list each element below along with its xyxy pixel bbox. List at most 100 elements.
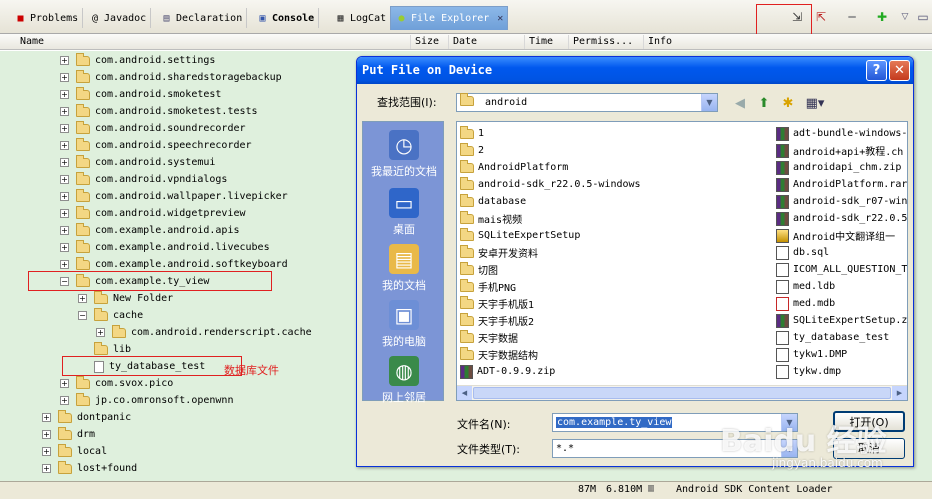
place-recent[interactable]: ◷ 我最近的文档 — [363, 130, 445, 179]
horizontal-scrollbar[interactable]: ◀ ▶ — [457, 385, 907, 400]
expand-icon[interactable]: + — [60, 158, 69, 167]
file-list-item[interactable]: 天宇数据 — [460, 329, 760, 346]
help-button[interactable]: ? — [866, 60, 887, 81]
close-tab-icon[interactable]: ✕ — [497, 13, 503, 24]
file-list-item[interactable]: 安卓开发资料 — [460, 244, 760, 261]
tab-declaration[interactable]: ▤ Declaration — [156, 8, 248, 28]
expand-icon[interactable]: + — [42, 464, 51, 473]
file-list-item[interactable]: AndroidPlatform.rar — [776, 176, 907, 193]
col-time[interactable]: Time — [524, 35, 553, 49]
minimize-icon[interactable]: ▭ — [914, 8, 932, 26]
expand-icon[interactable]: + — [60, 73, 69, 82]
scroll-left-icon[interactable]: ◀ — [457, 386, 472, 400]
expand-icon[interactable]: + — [42, 413, 51, 422]
expand-icon[interactable]: + — [60, 141, 69, 150]
file-list-item[interactable]: android-sdk_r22.0.5-windows — [460, 176, 760, 193]
expand-icon[interactable]: + — [78, 294, 87, 303]
col-permissions[interactable]: Permiss... — [568, 35, 633, 49]
scroll-thumb[interactable] — [473, 387, 891, 399]
tree-row[interactable]: + jp.co.omronsoft.openwnn — [60, 392, 233, 409]
file-list-item[interactable]: 手机PNG — [460, 278, 760, 295]
tree-row[interactable]: + com.android.wallpaper.livepicker — [60, 188, 288, 205]
tab-console[interactable]: ▣ Console — [252, 8, 320, 28]
expand-icon[interactable]: + — [60, 56, 69, 65]
tab-javadoc[interactable]: @ Javadoc — [88, 8, 152, 28]
file-list-item[interactable]: mais视频 — [460, 210, 760, 227]
tree-row[interactable]: + com.android.sharedstoragebackup — [60, 69, 282, 86]
place-my-computer[interactable]: ▣ 我的电脑 — [363, 300, 445, 349]
file-list-item[interactable]: db.sql — [776, 244, 907, 261]
file-list-item[interactable]: ICOM_ALL_QUESTION_T — [776, 261, 907, 278]
tree-row[interactable]: + com.android.speechrecorder — [60, 137, 252, 154]
collapse-icon[interactable]: − — [78, 311, 87, 320]
expand-icon[interactable]: + — [42, 430, 51, 439]
tree-row[interactable]: + drm — [42, 426, 95, 443]
tree-row[interactable]: + com.android.soundrecorder — [60, 120, 246, 137]
new-folder-icon[interactable]: ✚ — [873, 8, 891, 26]
tree-row[interactable]: + lost+found — [42, 460, 137, 477]
tab-file-explorer[interactable]: ● File Explorer ✕ — [390, 6, 509, 30]
tree-row[interactable]: + local — [42, 443, 107, 460]
push-file-icon[interactable]: ⇱ — [812, 8, 830, 26]
tree-row[interactable]: + com.android.renderscript.cache — [96, 324, 312, 341]
scroll-right-icon[interactable]: ▶ — [892, 386, 907, 400]
up-folder-icon[interactable]: ⬆ — [755, 95, 773, 113]
file-list-item[interactable]: database — [460, 193, 760, 210]
file-list-item[interactable]: AndroidPlatform — [460, 159, 760, 176]
file-list-item[interactable]: android-sdk_r22.0.5 — [776, 210, 907, 227]
file-list-item[interactable]: ADT-0.9.9.zip — [460, 363, 760, 380]
expand-icon[interactable]: + — [60, 107, 69, 116]
trash-icon[interactable]: ▥ — [648, 483, 654, 494]
expand-icon[interactable]: + — [42, 447, 51, 456]
file-list-item[interactable]: Android中文翻译组一 — [776, 227, 907, 244]
file-list-item[interactable]: ty_database_test — [776, 329, 907, 346]
file-list-item[interactable]: android+api+教程.ch — [776, 142, 907, 159]
expand-icon[interactable]: + — [60, 90, 69, 99]
tree-row[interactable]: + com.android.smoketest — [60, 86, 221, 103]
expand-icon[interactable]: + — [60, 396, 69, 405]
col-size[interactable]: Size — [410, 35, 439, 49]
file-list-item[interactable]: 2 — [460, 142, 760, 159]
place-my-documents[interactable]: ▤ 我的文档 — [363, 244, 445, 293]
tree-row[interactable]: + com.android.smoketest.tests — [60, 103, 258, 120]
close-button[interactable]: ✕ — [889, 60, 910, 81]
expand-icon[interactable]: + — [96, 328, 105, 337]
back-icon[interactable]: ◀ — [731, 95, 749, 113]
tree-row[interactable]: + com.example.android.apis — [60, 222, 240, 239]
expand-icon[interactable]: + — [60, 209, 69, 218]
delete-icon[interactable]: ━ — [843, 8, 861, 26]
tree-row[interactable]: + dontpanic — [42, 409, 131, 426]
expand-icon[interactable]: + — [60, 379, 69, 388]
file-list-item[interactable]: SQLiteExpertSetup.z — [776, 312, 907, 329]
file-list-item[interactable]: tykw.dmp — [776, 363, 907, 380]
file-list-item[interactable]: android-sdk_r07-win — [776, 193, 907, 210]
file-list-item[interactable]: 天宇手机版1 — [460, 295, 760, 312]
expand-icon[interactable]: + — [60, 175, 69, 184]
file-list-item[interactable]: 切图 — [460, 261, 760, 278]
create-folder-icon[interactable]: ✱ — [779, 95, 797, 113]
tree-row[interactable]: + com.android.widgetpreview — [60, 205, 246, 222]
expand-icon[interactable]: + — [60, 260, 69, 269]
file-list-item[interactable]: 天宇数据结构 — [460, 346, 760, 363]
tree-row[interactable]: + com.android.settings — [60, 52, 215, 69]
file-list-item[interactable]: androidapi_chm.zip — [776, 159, 907, 176]
file-list-item[interactable]: tykw1.DMP — [776, 346, 907, 363]
file-list-item[interactable]: med.mdb — [776, 295, 907, 312]
tree-row[interactable]: + com.example.android.livecubes — [60, 239, 270, 256]
expand-icon[interactable]: + — [60, 124, 69, 133]
look-in-select[interactable]: android ▼ — [456, 93, 718, 112]
col-date[interactable]: Date — [448, 35, 477, 49]
tree-row[interactable]: + com.android.vpndialogs — [60, 171, 227, 188]
expand-icon[interactable]: + — [60, 243, 69, 252]
place-network[interactable]: ◍ 网上邻居 — [363, 356, 445, 405]
tree-row[interactable]: + com.android.systemui — [60, 154, 215, 171]
file-list-item[interactable]: 1 — [460, 125, 760, 142]
tree-row[interactable]: + com.svox.pico — [60, 375, 173, 392]
col-info[interactable]: Info — [643, 35, 672, 49]
expand-icon[interactable]: + — [60, 226, 69, 235]
place-desktop[interactable]: ▭ 桌面 — [363, 188, 445, 237]
tab-logcat[interactable]: ▦ LogCat — [330, 8, 392, 28]
tree-row[interactable]: − cache — [78, 307, 143, 324]
file-list-item[interactable]: med.ldb — [776, 278, 907, 295]
view-menu-icon[interactable]: ▽ — [896, 8, 914, 26]
